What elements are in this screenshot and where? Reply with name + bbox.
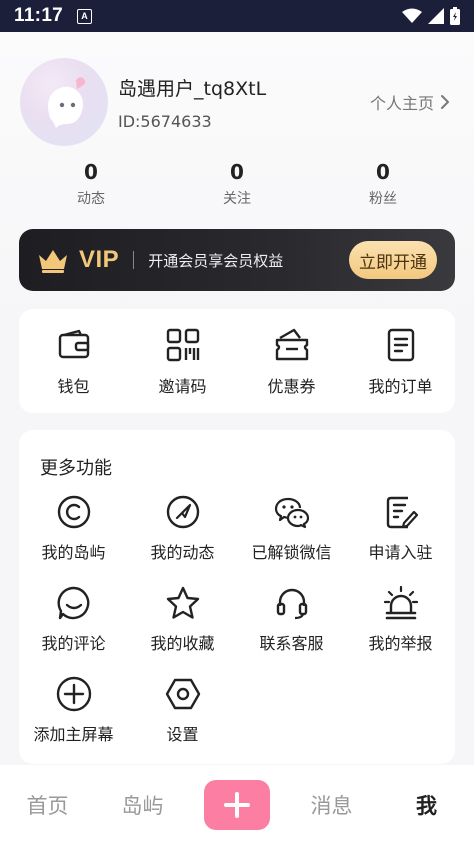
stats-row: 0 动态 0 关注 0 粉丝 xyxy=(0,160,474,208)
quick-action-label: 优惠券 xyxy=(267,377,316,396)
stat-value: 0 xyxy=(84,160,98,184)
vip-activate-button[interactable]: 立即开通 xyxy=(349,241,437,279)
wifi-icon xyxy=(402,8,422,23)
function-label: 设置 xyxy=(166,725,199,744)
function-label: 我的举报 xyxy=(368,634,433,653)
create-post-button[interactable] xyxy=(204,779,270,830)
homepage-link[interactable]: 个人主页 xyxy=(370,90,450,114)
add-circle-icon xyxy=(56,676,91,712)
function-label: 申请入驻 xyxy=(368,543,433,562)
username: 岛遇用户_tq8XtL xyxy=(118,78,267,100)
my-posts-button[interactable]: 我的动态 xyxy=(128,494,237,585)
quick-action-label: 钱包 xyxy=(57,377,90,396)
homepage-label: 个人主页 xyxy=(369,94,434,113)
stat-label: 动态 xyxy=(77,191,105,207)
chevron-right-icon xyxy=(441,95,449,109)
stat-value: 0 xyxy=(230,160,244,184)
my-reports-button[interactable]: 我的举报 xyxy=(346,585,455,676)
battery-icon xyxy=(450,7,460,25)
stat-value: 0 xyxy=(376,160,390,184)
my-orders-button[interactable]: 我的订单 xyxy=(346,309,455,413)
vip-banner[interactable]: VIP 开通会员享会员权益 立即开通 xyxy=(19,229,455,291)
profile-header: 岛遇用户_tq8XtL ID:5674633 个人主页 0 动态 0 关注 0 … xyxy=(0,32,474,222)
apply-join-button[interactable]: 申请入驻 xyxy=(346,494,455,585)
status-time: 11:17 xyxy=(14,5,64,26)
avatar[interactable] xyxy=(20,58,108,146)
vip-description: 开通会员享会员权益 xyxy=(148,251,284,270)
wallet-button[interactable]: 钱包 xyxy=(19,309,128,413)
invite-code-button[interactable]: 邀请码 xyxy=(128,309,237,413)
function-label: 我的评论 xyxy=(41,634,106,653)
notification-a-icon: A xyxy=(77,8,93,24)
nav-messages[interactable]: 消息 xyxy=(284,790,379,820)
crown-icon xyxy=(39,250,67,273)
wechat-icon xyxy=(274,497,309,529)
star-icon xyxy=(166,586,199,619)
compass-icon xyxy=(166,495,199,529)
bottom-nav: 首页 岛屿 消息 我 xyxy=(0,765,474,844)
vip-divider xyxy=(133,251,135,269)
more-functions-title: 更多功能 xyxy=(40,458,112,479)
apply-edit-icon xyxy=(386,496,418,529)
quick-action-label: 我的订单 xyxy=(368,377,433,396)
settings-button[interactable]: 设置 xyxy=(128,676,237,767)
my-favorites-button[interactable]: 我的收藏 xyxy=(128,585,237,676)
order-icon xyxy=(387,328,414,362)
function-label: 我的岛屿 xyxy=(41,543,106,562)
status-indicators xyxy=(402,7,460,25)
wallet-icon xyxy=(58,329,89,359)
stat-fans[interactable]: 0 粉丝 xyxy=(292,160,474,208)
function-label: 我的动态 xyxy=(150,543,215,562)
stat-following[interactable]: 0 关注 xyxy=(182,160,292,208)
settings-hexagon-icon xyxy=(165,678,200,710)
quick-actions-card: 钱包 邀请码 优惠券 我的订单 xyxy=(19,309,455,413)
comment-icon xyxy=(56,586,89,620)
stat-label: 粉丝 xyxy=(369,191,397,207)
quick-action-label: 邀请码 xyxy=(158,377,207,396)
stat-posts[interactable]: 0 动态 xyxy=(0,160,182,208)
contact-support-button[interactable]: 联系客服 xyxy=(237,585,346,676)
coupon-icon xyxy=(275,328,308,361)
alarm-icon xyxy=(383,586,418,620)
add-to-homescreen-button[interactable]: 添加主屏幕 xyxy=(19,676,128,767)
island-icon xyxy=(57,495,90,529)
ghost-avatar-icon xyxy=(48,77,86,128)
my-island-button[interactable]: 我的岛屿 xyxy=(19,494,128,585)
nav-me[interactable]: 我 xyxy=(379,790,474,820)
nav-island[interactable]: 岛屿 xyxy=(95,790,190,820)
unlocked-wechat-button[interactable]: 已解锁微信 xyxy=(237,494,346,585)
user-id: ID:5674633 xyxy=(118,112,212,131)
functions-grid: 我的岛屿 我的动态 已解锁微信 申请入驻 我的评论 我的收藏 联系客服 我的举报… xyxy=(19,494,455,767)
nav-home[interactable]: 首页 xyxy=(0,790,95,820)
function-label: 我的收藏 xyxy=(150,634,215,653)
headset-icon xyxy=(276,588,307,620)
function-label: 已解锁微信 xyxy=(251,543,332,562)
plus-icon xyxy=(224,791,250,818)
stat-label: 关注 xyxy=(223,191,251,207)
function-label: 添加主屏幕 xyxy=(33,725,114,744)
coupon-button[interactable]: 优惠券 xyxy=(237,309,346,413)
qr-code-icon xyxy=(166,328,199,362)
vip-title: VIP xyxy=(79,246,120,273)
status-bar: 11:17 A xyxy=(0,0,474,32)
signal-icon xyxy=(428,8,444,24)
more-functions-card: 更多功能 我的岛屿 我的动态 已解锁微信 申请入驻 我的评论 我的收藏 联系客服… xyxy=(19,430,455,764)
my-comments-button[interactable]: 我的评论 xyxy=(19,585,128,676)
function-label: 联系客服 xyxy=(259,634,324,653)
